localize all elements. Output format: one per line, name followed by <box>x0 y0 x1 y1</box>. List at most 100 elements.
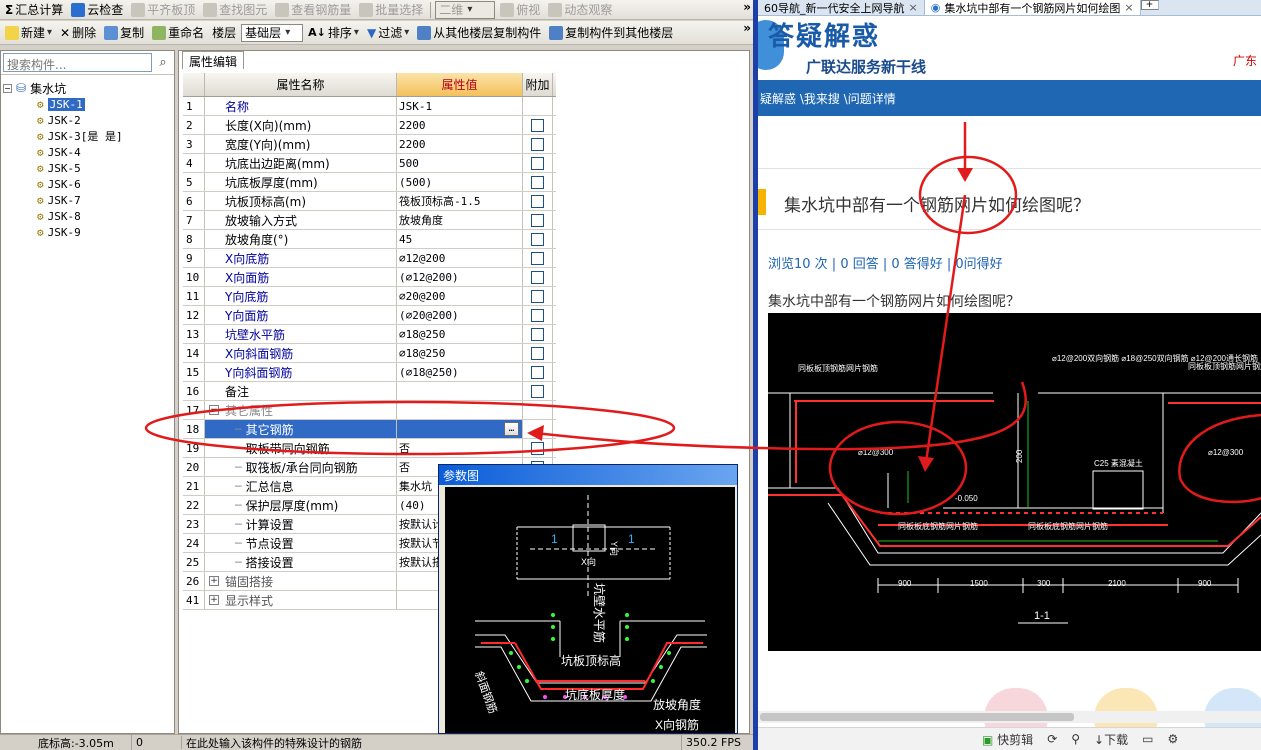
property-value-cell[interactable]: JSK-1 <box>397 97 523 115</box>
tab-property-edit[interactable]: 属性编辑 <box>182 51 245 69</box>
copy-component-button[interactable]: 复制 <box>101 23 147 43</box>
extra-checkbox[interactable] <box>531 308 544 322</box>
search-icon[interactable]: ⌕ <box>152 51 174 74</box>
ellipsis-button[interactable]: … <box>504 422 519 436</box>
property-row[interactable]: 13 坑壁水平筋 ⌀18@250 <box>183 325 556 344</box>
extra-checkbox[interactable] <box>531 194 544 208</box>
property-row[interactable]: 15 Y向斜面钢筋 (⌀18@250) <box>183 363 556 382</box>
delete-component-button[interactable]: ✕ 删除 <box>57 23 99 43</box>
floor-select[interactable]: 基础层 ▾ <box>241 23 304 42</box>
tree-item[interactable]: ⚙ JSK-8 <box>37 208 174 224</box>
property-value-cell[interactable]: 放坡角度 <box>397 211 523 229</box>
extra-checkbox[interactable] <box>531 118 544 132</box>
copy-to-floor-button[interactable]: 复制构件到其他楼层 <box>546 23 676 43</box>
extra-checkbox[interactable] <box>531 270 544 284</box>
property-row[interactable]: 10 X向面筋 (⌀12@200) <box>183 268 556 287</box>
header-extra[interactable]: 附加 <box>523 73 553 96</box>
filter-button[interactable]: ▼ 过滤 ▾ <box>364 23 412 43</box>
find-element-button[interactable]: 查找图元 <box>200 0 270 20</box>
property-value-cell[interactable]: 45 <box>397 230 523 248</box>
new-component-button[interactable]: 新建 ▾ <box>2 23 55 43</box>
summary-calc-button[interactable]: Σ 汇总计算 <box>2 0 66 20</box>
site-breadcrumb[interactable]: 疑解惑 \我来搜 \问题详情 <box>758 80 1261 116</box>
tree-root[interactable]: − ⛁ 集水坑 <box>1 80 174 96</box>
extra-checkbox[interactable] <box>531 156 544 170</box>
property-row[interactable]: 16 备注 <box>183 382 556 401</box>
tree-item[interactable]: ⚙ JSK-5 <box>37 160 174 176</box>
cloud-check-button[interactable]: 云检查 <box>68 0 126 20</box>
collapse-icon[interactable]: − <box>209 405 219 415</box>
property-value-cell[interactable] <box>397 382 523 400</box>
extra-checkbox[interactable] <box>531 327 544 341</box>
property-row[interactable]: 12 Y向面筋 (⌀20@200) <box>183 306 556 325</box>
tree-item[interactable]: ⚙ JSK-2 <box>37 112 174 128</box>
property-value-cell[interactable]: (⌀12@200) <box>397 268 523 286</box>
tree-item[interactable]: ⚙ JSK-6 <box>37 176 174 192</box>
horizontal-scrollbar[interactable] <box>758 711 1261 723</box>
component-search-input[interactable]: 搜索构件... <box>3 53 152 72</box>
property-value-cell[interactable]: (⌀20@200) <box>397 306 523 324</box>
expand-icon[interactable]: + <box>209 595 219 605</box>
expand-icon[interactable]: + <box>209 576 219 586</box>
property-row[interactable]: 5 坑底板厚度(mm) (500) <box>183 173 556 192</box>
collapse-icon[interactable]: − <box>3 83 12 93</box>
browser-tab-question[interactable]: ◉ 集水坑中部有一个钢筋网片如何绘图 × <box>924 0 1141 15</box>
property-row[interactable]: 11 Y向底筋 ⌀20@200 <box>183 287 556 306</box>
tree-item[interactable]: ⚙ JSK-9 <box>37 224 174 240</box>
property-value-cell[interactable]: 筏板顶标高-1.5 <box>397 192 523 210</box>
property-value-cell[interactable]: 2200 <box>397 116 523 134</box>
tree-item[interactable]: ⚙ JSK-3[是 是] <box>37 128 174 144</box>
toolbar-overflow-button[interactable]: » <box>743 0 751 14</box>
extra-checkbox[interactable] <box>531 346 544 360</box>
dynamic-view-button[interactable]: 动态观察 <box>545 0 615 20</box>
extra-checkbox[interactable] <box>531 441 544 455</box>
extra-checkbox[interactable] <box>531 232 544 246</box>
reader-icon[interactable]: ▭ <box>1142 732 1153 746</box>
close-icon[interactable]: × <box>1124 1 1133 14</box>
property-value-cell[interactable]: … <box>397 420 523 438</box>
extra-checkbox[interactable] <box>531 384 544 398</box>
align-top-button[interactable]: 平齐板顶 <box>128 0 198 20</box>
property-row[interactable]: 4 坑底出边距离(mm) 500 <box>183 154 556 173</box>
header-property-value[interactable]: 属性值 <box>397 73 523 96</box>
extra-checkbox[interactable] <box>531 213 544 227</box>
extra-checkbox[interactable] <box>531 175 544 189</box>
param-figure-window[interactable]: 参数图 1 1 X向 Y向 坑壁水平筋 坑板顶标高 坑底板厚度 放坡角度 X向钢… <box>438 464 738 734</box>
property-row[interactable]: 9 X向底筋 ⌀12@200 <box>183 249 556 268</box>
pin-icon[interactable]: ⚲ <box>1071 732 1080 746</box>
extra-checkbox[interactable] <box>531 251 544 265</box>
header-property-name[interactable]: 属性名称 <box>205 73 397 96</box>
scrollbar-thumb[interactable] <box>760 713 1074 721</box>
extra-checkbox[interactable] <box>531 289 544 303</box>
breadcrumb-text[interactable]: 疑解惑 \我来搜 \问题详情 <box>760 90 896 107</box>
property-row[interactable]: 18其它钢筋… <box>183 420 556 439</box>
property-value-cell[interactable]: ⌀18@250 <box>397 325 523 343</box>
tree-item[interactable]: ⚙ JSK-4 <box>37 144 174 160</box>
tree-item[interactable]: ⚙ JSK-1 <box>37 96 174 112</box>
settings-icon[interactable]: ⚙ <box>1167 732 1178 746</box>
new-tab-button[interactable]: + <box>1140 0 1159 10</box>
param-window-title[interactable]: 参数图 <box>439 465 737 485</box>
property-value-cell[interactable]: (500) <box>397 173 523 191</box>
property-value-cell[interactable]: (⌀18@250) <box>397 363 523 381</box>
sort-button[interactable]: A↓ 排序 ▾ <box>305 23 362 43</box>
download-button[interactable]: ↓下载 <box>1094 731 1128 748</box>
property-row[interactable]: 8 放坡角度(°) 45 <box>183 230 556 249</box>
property-row[interactable]: 3 宽度(Y向)(mm) 2200 <box>183 135 556 154</box>
close-icon[interactable]: × <box>909 1 918 14</box>
property-row[interactable]: 14 X向斜面钢筋 ⌀18@250 <box>183 344 556 363</box>
view-rebar-qty-button[interactable]: 查看钢筋量 <box>272 0 354 20</box>
batch-select-button[interactable]: 批量选择 <box>356 0 426 20</box>
property-value-cell[interactable] <box>397 401 523 419</box>
rename-component-button[interactable]: 重命名 <box>149 23 207 43</box>
tree-item[interactable]: ⚙ JSK-7 <box>37 192 174 208</box>
property-row[interactable]: 19 取板带同向钢筋 否 <box>183 439 556 458</box>
property-value-cell[interactable]: 否 <box>397 439 523 457</box>
toolbar2-overflow-button[interactable]: » <box>743 21 751 35</box>
question-drawing-image[interactable]: 同板板顶钢筋网片钢筋 同板板顶钢筋网片钢筋 ⌀12@200双向钢筋 ⌀18@25… <box>768 313 1261 651</box>
property-value-cell[interactable]: ⌀20@200 <box>397 287 523 305</box>
view-mode-select[interactable]: 二维 ▾ <box>435 0 496 19</box>
property-row[interactable]: 1 名称 JSK-1 <box>183 97 556 116</box>
property-value-cell[interactable]: 500 <box>397 154 523 172</box>
extra-checkbox[interactable] <box>531 365 544 379</box>
